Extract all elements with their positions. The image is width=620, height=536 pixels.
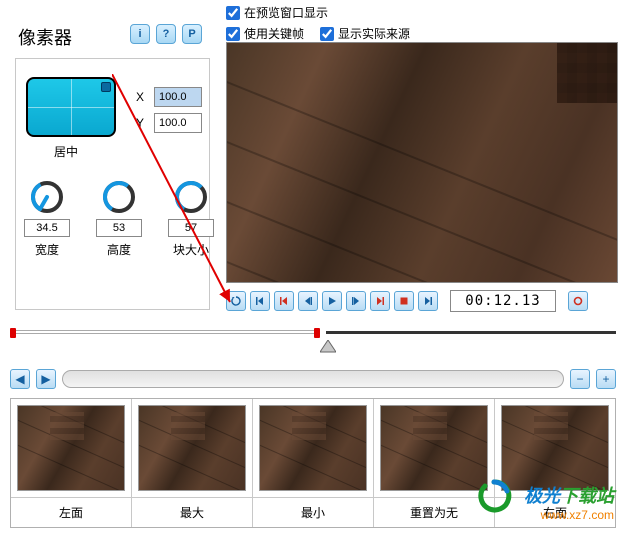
chevron-right-icon: ▶ bbox=[41, 372, 50, 386]
height-dial[interactable] bbox=[101, 179, 137, 215]
parameter-panel: 居中 X Y 34.5 宽度 53 高度 57 块大小 bbox=[15, 58, 210, 310]
checkbox-show-actual-source-input[interactable] bbox=[320, 27, 334, 41]
next-keyframe-button[interactable] bbox=[370, 291, 390, 311]
checkbox-use-keyframes[interactable]: 使用关键帧 bbox=[226, 25, 304, 42]
blocksize-value[interactable]: 57 bbox=[168, 219, 214, 237]
preset-label: 重置为无 bbox=[374, 497, 494, 527]
play-button[interactable] bbox=[322, 291, 342, 311]
help-button[interactable]: ? bbox=[156, 24, 176, 44]
preset-reset[interactable]: 重置为无 bbox=[374, 399, 495, 527]
blocksize-label: 块大小 bbox=[173, 241, 209, 258]
scroll-left-button[interactable]: ◀ bbox=[10, 369, 30, 389]
checkbox-show-actual-source-label: 显示实际来源 bbox=[338, 25, 410, 42]
preset-label: 右面 bbox=[495, 497, 615, 527]
timeline-range[interactable] bbox=[10, 330, 320, 334]
blocksize-dial[interactable] bbox=[173, 179, 209, 215]
prev-keyframe-button[interactable] bbox=[274, 291, 294, 311]
chevron-left-icon: ◀ bbox=[15, 372, 24, 386]
preset-left[interactable]: 左面 bbox=[11, 399, 132, 527]
preset-thumbnails: 左面 最大 最小 重置为无 右面 bbox=[10, 398, 616, 528]
x-input[interactable] bbox=[154, 87, 202, 107]
checkbox-show-in-preview-input[interactable] bbox=[226, 6, 240, 20]
width-label: 宽度 bbox=[35, 241, 59, 258]
height-value[interactable]: 53 bbox=[96, 219, 142, 237]
x-label: X bbox=[136, 90, 148, 104]
width-value[interactable]: 34.5 bbox=[24, 219, 70, 237]
timeline-track[interactable] bbox=[326, 331, 616, 334]
height-label: 高度 bbox=[107, 241, 131, 258]
step-back-button[interactable] bbox=[298, 291, 318, 311]
loop-button[interactable] bbox=[226, 291, 246, 311]
info-button[interactable]: i bbox=[130, 24, 150, 44]
step-forward-button[interactable] bbox=[346, 291, 366, 311]
y-label: Y bbox=[136, 116, 148, 130]
extra-button[interactable] bbox=[568, 291, 588, 311]
timeline[interactable] bbox=[10, 322, 616, 352]
record-button[interactable] bbox=[394, 291, 414, 311]
y-input[interactable] bbox=[154, 113, 202, 133]
zoom-in-button[interactable]: + bbox=[596, 369, 616, 389]
checkbox-show-in-preview-label: 在预览窗口显示 bbox=[244, 4, 328, 21]
preset-min[interactable]: 最小 bbox=[253, 399, 374, 527]
plus-icon: + bbox=[602, 372, 609, 386]
preset-label: 左面 bbox=[11, 497, 131, 527]
thumbnail-scrollbar[interactable] bbox=[62, 370, 564, 388]
center-position-widget[interactable] bbox=[26, 77, 116, 137]
preset-label: 最小 bbox=[253, 497, 373, 527]
checkbox-use-keyframes-input[interactable] bbox=[226, 27, 240, 41]
panel-title: 像素器 bbox=[18, 24, 72, 50]
preview-image bbox=[227, 43, 617, 282]
checkbox-show-in-preview[interactable]: 在预览窗口显示 bbox=[226, 4, 328, 21]
playhead-icon[interactable] bbox=[320, 340, 336, 357]
p-button[interactable]: P bbox=[182, 24, 202, 44]
preset-right[interactable]: 右面 bbox=[495, 399, 615, 527]
center-handle[interactable] bbox=[101, 82, 111, 92]
center-label: 居中 bbox=[54, 143, 78, 160]
scroll-right-button[interactable]: ▶ bbox=[36, 369, 56, 389]
zoom-out-button[interactable]: − bbox=[570, 369, 590, 389]
checkbox-show-actual-source[interactable]: 显示实际来源 bbox=[320, 25, 410, 42]
checkbox-use-keyframes-label: 使用关键帧 bbox=[244, 25, 304, 42]
preset-max[interactable]: 最大 bbox=[132, 399, 253, 527]
width-dial[interactable] bbox=[29, 179, 65, 215]
go-end-button[interactable] bbox=[418, 291, 438, 311]
minus-icon: − bbox=[576, 372, 583, 386]
preview-viewport[interactable] bbox=[226, 42, 618, 283]
go-start-button[interactable] bbox=[250, 291, 270, 311]
timecode-display[interactable]: 00:12.13 bbox=[450, 290, 556, 312]
preset-label: 最大 bbox=[132, 497, 252, 527]
